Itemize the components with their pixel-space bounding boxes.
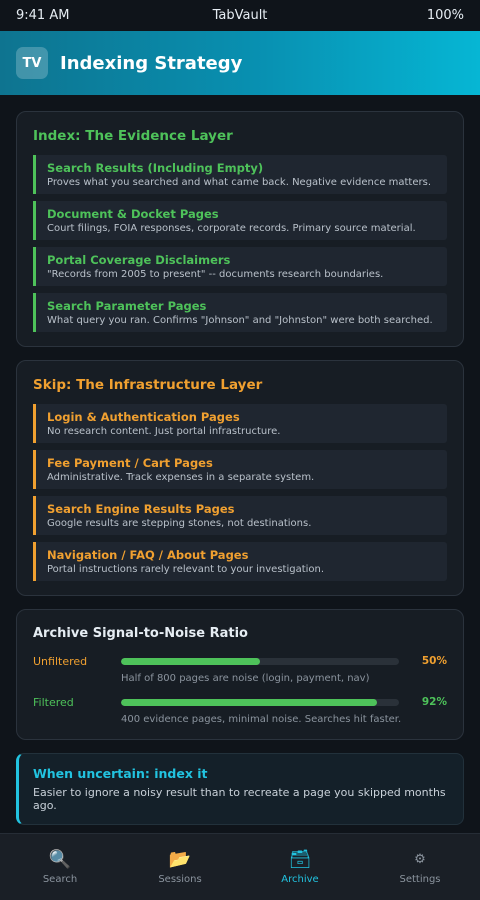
index-item-desc: Proves what you searched and what came b… (47, 177, 432, 188)
tab-archive-label: Archive (281, 873, 319, 885)
status-bar: 9:41 AM TabVault 100% (0, 0, 480, 31)
skip-item-desc: Google results are stepping stones, not … (47, 518, 312, 529)
tab-settings-label: Settings (399, 873, 441, 885)
skip-item: Login & Authentication Pages No research… (33, 404, 447, 443)
tip-callout: When uncertain: index it Easier to ignor… (16, 753, 464, 825)
status-battery: 100% (426, 8, 464, 23)
filtered-label: Filtered (33, 695, 74, 709)
app-logo: TV (16, 47, 48, 79)
gear-icon: ⚙ (414, 851, 426, 867)
tab-sessions-label: Sessions (158, 873, 202, 885)
index-item-desc: Court filings, FOIA responses, corporate… (47, 223, 416, 234)
tab-bar: 🔍 Search 📂 Sessions 🗃 Archive ⚙ Settings (0, 833, 480, 900)
unfiltered-bar-fill (121, 657, 260, 665)
tab-sessions[interactable]: 📂 Sessions (120, 834, 240, 900)
status-carrier: TabVault (212, 8, 268, 23)
main-content: Index: The Evidence Layer Search Results… (0, 95, 480, 825)
index-item-title: Document & Docket Pages (47, 207, 219, 221)
skip-card-title: Skip: The Infrastructure Layer (33, 377, 263, 393)
unfiltered-percent: 50% (421, 655, 447, 667)
skip-item: Search Engine Results Pages Google resul… (33, 496, 447, 535)
unfiltered-row: Unfiltered 50% (33, 653, 447, 669)
index-card-title: Index: The Evidence Layer (33, 128, 233, 144)
tab-archive[interactable]: 🗃 Archive (240, 834, 360, 900)
skip-item-title: Fee Payment / Cart Pages (47, 456, 213, 470)
index-item-desc: What query you ran. Confirms "Johnson" a… (47, 315, 433, 326)
page-title: Indexing Strategy (60, 52, 243, 74)
skip-item-title: Navigation / FAQ / About Pages (47, 548, 249, 562)
ratio-title: Archive Signal-to-Noise Ratio (33, 626, 248, 641)
index-item: Document & Docket Pages Court filings, F… (33, 201, 447, 240)
unfiltered-note: Half of 800 pages are noise (login, paym… (121, 673, 370, 684)
tab-search-label: Search (42, 873, 78, 885)
filtered-row: Filtered 92% (33, 694, 447, 710)
status-time: 9:41 AM (16, 8, 70, 23)
tip-title: When uncertain: index it (33, 766, 208, 781)
ratio-card: Archive Signal-to-Noise Ratio Unfiltered… (16, 609, 464, 740)
tab-search[interactable]: 🔍 Search (0, 834, 120, 900)
index-item: Search Parameter Pages What query you ra… (33, 293, 447, 332)
skip-item: Fee Payment / Cart Pages Administrative.… (33, 450, 447, 489)
skip-item-title: Search Engine Results Pages (47, 502, 235, 516)
skip-item-desc: Administrative. Track expenses in a sepa… (47, 472, 315, 483)
app-header: TV Indexing Strategy (0, 31, 480, 95)
skip-item-desc: Portal instructions rarely relevant to y… (47, 564, 325, 575)
index-item-title: Portal Coverage Disclaimers (47, 253, 231, 267)
unfiltered-label: Unfiltered (33, 654, 88, 668)
skip-item-desc: No research content. Just portal infrast… (47, 426, 281, 437)
index-card: Index: The Evidence Layer Search Results… (16, 111, 464, 347)
index-item: Portal Coverage Disclaimers "Records fro… (33, 247, 447, 286)
filtered-bar-track (121, 698, 399, 706)
skip-card: Skip: The Infrastructure Layer Login & A… (16, 360, 464, 596)
search-icon: 🔍 (48, 848, 72, 870)
folder-icon: 📂 (168, 848, 192, 870)
skip-item-title: Login & Authentication Pages (47, 410, 240, 424)
filtered-percent: 92% (421, 696, 447, 708)
index-item: Search Results (Including Empty) Proves … (33, 155, 447, 194)
filtered-bar-fill (121, 698, 377, 706)
filtered-note: 400 evidence pages, minimal noise. Searc… (121, 714, 402, 725)
archive-box-icon: 🗃 (288, 848, 312, 870)
index-item-desc: "Records from 2005 to present" -- docume… (47, 269, 384, 280)
skip-item: Navigation / FAQ / About Pages Portal in… (33, 542, 447, 581)
tip-text: Easier to ignore a noisy result than to … (33, 786, 446, 812)
index-item-title: Search Parameter Pages (47, 299, 207, 313)
unfiltered-bar-track (121, 657, 399, 665)
index-item-title: Search Results (Including Empty) (47, 161, 264, 175)
tab-settings[interactable]: ⚙ Settings (360, 834, 480, 900)
